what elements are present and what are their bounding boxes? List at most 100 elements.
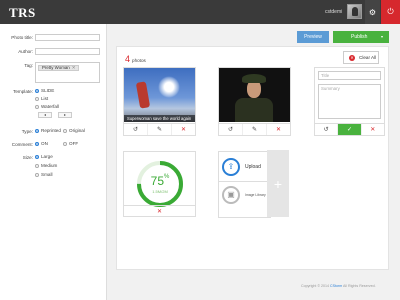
template-option-slide[interactable]: SLIDE <box>35 88 54 93</box>
size-option-small[interactable]: Small <box>35 172 53 177</box>
main-area: Preview Publish ▾ 4 photos ✕ Clear All Sup… <box>107 24 400 300</box>
edit-icon: ✎ <box>251 127 258 133</box>
clear-all-button[interactable]: ✕ Clear All <box>343 51 379 64</box>
photo-thumbnail[interactable] <box>219 68 290 122</box>
comment-option-on[interactable]: ON <box>35 141 48 146</box>
title-input[interactable]: Title <box>318 71 381 80</box>
image-library-icon: ▣ <box>222 185 240 204</box>
new-photo-actions: ↺ ✓ ✕ <box>315 123 384 135</box>
photo-gallery-panel: 4 photos ✕ Clear All Superwoman save the w… <box>116 46 389 270</box>
photo-actions: ↺ ✎ ✕ <box>219 123 290 135</box>
progress-percent-value: 75 <box>150 174 164 188</box>
photo-settings-sidebar: Photo title: Author: Tag: Pretty Woman ✕ … <box>0 24 107 300</box>
tag-input[interactable]: Pretty Woman ✕ <box>35 62 100 83</box>
upload-button[interactable]: ⇪ Upload <box>219 152 270 181</box>
size-option-medium[interactable]: Medium <box>35 163 57 168</box>
size-option-large[interactable]: Large <box>35 154 53 159</box>
type-option-original[interactable]: Original <box>63 128 85 133</box>
add-card-button[interactable]: + <box>267 150 289 217</box>
progress-size: 1.5M/2M <box>152 189 168 194</box>
template-arrows: ◂ ▸ <box>0 112 107 118</box>
radio-icon <box>35 163 39 168</box>
template-option-waterfall[interactable]: Waterfall <box>35 104 59 109</box>
author-input[interactable] <box>35 48 100 55</box>
type-option-reprinted[interactable]: Reprinted <box>35 128 61 133</box>
remove-tag-icon[interactable]: ✕ <box>72 65 76 70</box>
photo-title-input[interactable] <box>35 34 100 41</box>
rotate-icon: ↺ <box>323 127 329 133</box>
tag-label: Tag: <box>24 63 33 68</box>
rotate-button[interactable]: ↺ <box>315 124 339 135</box>
arrow-left-icon: ◂ <box>43 112 46 117</box>
delete-icon: ✕ <box>156 209 163 215</box>
photo-card: Superwoman save the world again ↺ ✎ ✕ <box>123 67 196 136</box>
footer-prefix: Copyright © 2014 <box>301 284 330 288</box>
prev-template-button[interactable]: ◂ <box>38 112 52 118</box>
delete-button[interactable]: ✕ <box>362 124 384 135</box>
radio-selected-icon <box>35 88 39 93</box>
radio-icon <box>63 128 67 133</box>
check-icon: ✓ <box>346 127 352 133</box>
photo-actions: ↺ ✎ ✕ <box>124 123 195 135</box>
photo-count: 4 photos <box>125 54 146 64</box>
chevron-down-icon[interactable]: ▾ <box>381 31 383 43</box>
tag-chip[interactable]: Pretty Woman ✕ <box>38 65 80 71</box>
author-label: Author: <box>18 49 33 54</box>
size-label: Size: <box>22 155 33 160</box>
radio-icon <box>35 96 39 101</box>
footer-brand[interactable]: CStorm <box>330 284 342 288</box>
settings-button[interactable]: ⚙ <box>365 0 380 24</box>
type-label: Type: <box>21 129 33 134</box>
logout-button[interactable]: ⏻ <box>381 0 400 24</box>
add-photo-card: ⇪ Upload ▣ Image Library <box>218 151 271 218</box>
template-label: Template: <box>13 89 33 94</box>
photo-caption: Superwoman save the world again <box>124 115 195 122</box>
publish-button[interactable]: Publish ▾ <box>333 31 389 43</box>
delete-button[interactable]: ✕ <box>267 124 290 135</box>
edit-button[interactable]: ✎ <box>243 124 267 135</box>
plus-icon: + <box>273 175 283 192</box>
rotate-button[interactable]: ↺ <box>124 124 148 135</box>
image-library-button[interactable]: ▣ Image Library <box>219 181 270 207</box>
cancel-upload-button[interactable]: ✕ <box>124 206 195 217</box>
power-icon: ⏻ <box>387 7 394 16</box>
photo-title-label: Photo title: <box>11 35 33 40</box>
photo-count-label: photos <box>132 58 146 63</box>
delete-icon: ✕ <box>180 127 187 133</box>
summary-textarea[interactable]: Summary <box>318 84 381 119</box>
delete-icon: ✕ <box>370 127 376 133</box>
radio-selected-icon <box>35 128 39 133</box>
radio-icon <box>35 172 39 177</box>
photo-card: ↺ ✎ ✕ <box>218 67 291 136</box>
confirm-button[interactable]: ✓ <box>338 124 362 135</box>
template-option-list[interactable]: List <box>35 96 48 101</box>
upload-icon: ⇪ <box>222 157 240 176</box>
publish-label: Publish <box>351 34 368 40</box>
radio-selected-icon <box>35 154 39 159</box>
upload-progress-card: 75% 1.5M/2M ✕ <box>123 151 196 217</box>
rotate-icon: ↺ <box>132 127 139 133</box>
top-bar: TRS cstdemi ⚙ ⏻ <box>0 0 400 24</box>
delete-button[interactable]: ✕ <box>172 124 195 135</box>
edit-icon: ✎ <box>156 127 163 133</box>
progress-percent: 75% <box>124 174 196 188</box>
edit-button[interactable]: ✎ <box>148 124 172 135</box>
preview-button[interactable]: Preview <box>297 31 329 43</box>
image-library-label: Image Library <box>245 192 266 197</box>
progress-actions: ✕ <box>124 205 195 217</box>
clear-all-label: Clear All <box>359 55 377 60</box>
rotate-button[interactable]: ↺ <box>219 124 243 135</box>
tag-chip-label: Pretty Woman <box>42 65 70 70</box>
next-template-button[interactable]: ▸ <box>58 112 72 118</box>
footer-suffix: All Rights Reserved. <box>343 284 376 288</box>
new-photo-card: Title Summary ↺ ✓ ✕ <box>314 67 385 136</box>
photo-thumbnail[interactable]: Superwoman save the world again <box>124 68 195 122</box>
progress-percent-sign: % <box>164 174 170 180</box>
radio-icon <box>63 141 67 146</box>
comment-option-off[interactable]: OFF <box>63 141 78 146</box>
rotate-icon: ↺ <box>227 127 234 133</box>
avatar[interactable] <box>347 4 362 19</box>
radio-selected-icon <box>35 141 39 146</box>
clear-icon: ✕ <box>349 55 355 61</box>
username[interactable]: cstdemi <box>325 9 342 15</box>
